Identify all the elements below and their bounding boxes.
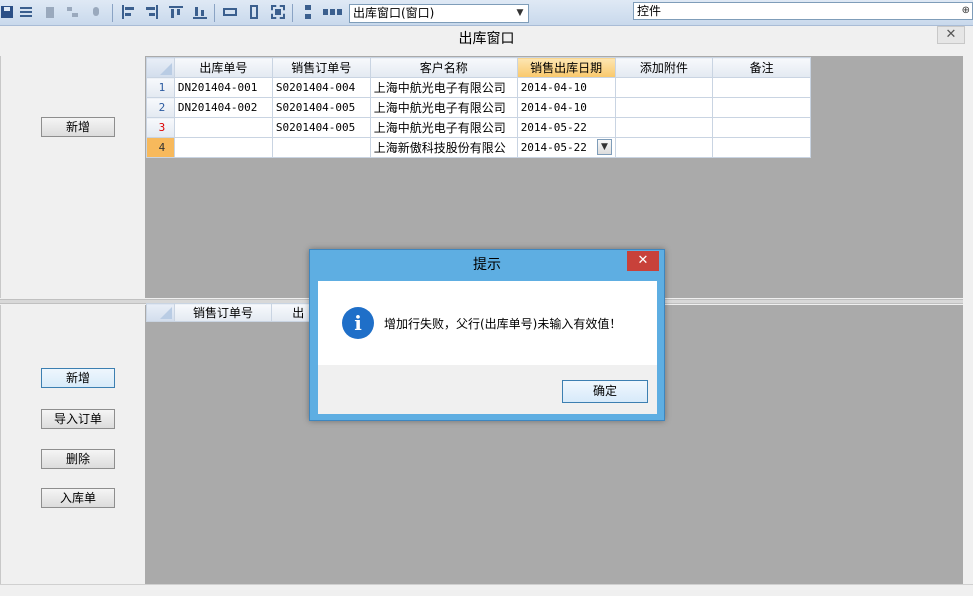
main-grid: 出库单号 销售订单号 客户名称 销售出库日期 添加附件 备注 1 DN20140… [146,57,811,158]
grid-cell[interactable] [614,97,714,118]
info-icon: i [342,307,374,339]
control-panel-title: 控件 [637,4,662,18]
grid-cell[interactable] [712,117,811,138]
delete-button[interactable]: 删除 [41,449,115,469]
add-main-row-button[interactable]: 新增 [41,117,115,137]
grid-cell[interactable] [712,97,811,118]
right-edge [963,56,973,589]
window-select[interactable]: 出库窗口(窗口) ▼ [349,4,529,23]
grid-cell[interactable] [712,77,811,98]
import-order-button[interactable]: 导入订单 [41,409,115,429]
designer-toolbar: 出库窗口(窗口) ▼ 控件 ⊕ [0,0,973,26]
add-detail-button[interactable]: 新增 [41,368,115,388]
list-icon[interactable] [18,4,34,20]
col-header[interactable]: 备注 [712,57,811,78]
bottom-edge [0,584,973,596]
pin-icon[interactable]: ⊕ [962,3,970,19]
alert-dialog: 提示 ✕ i 增加行失败，父行(出库单号)未输入有效值！ 确定 [309,249,665,421]
grid-cell[interactable]: DN201404-001 [173,77,273,98]
grid-cell[interactable] [614,137,714,158]
main-grid-header: 出库单号 销售订单号 客户名称 销售出库日期 添加附件 备注 [146,57,811,78]
col-header[interactable]: 销售订单号 [271,57,371,78]
table-row[interactable]: 2 DN201404-002 S0201404-005 上海中航光电子有限公司 … [146,97,811,118]
grid-cell[interactable]: 上海中航光电子有限公司 [369,117,518,138]
align-left-icon[interactable] [120,4,136,20]
horizontal-space-icon[interactable] [322,4,342,20]
row-number[interactable]: 1 [146,77,175,98]
stock-in-button[interactable]: 入库单 [41,488,115,508]
window-close-button[interactable]: ✕ [937,26,965,44]
row-number[interactable]: 3 [146,117,175,138]
grid-cell[interactable]: 2014-04-10 [516,97,616,118]
toolbar-separator [112,4,113,22]
vertical-space-icon[interactable] [300,4,316,20]
col-header[interactable]: 销售订单号 [173,303,273,322]
align-top-icon[interactable] [168,4,184,20]
dialog-footer: 确定 [318,365,657,414]
top-left-panel: 新增 [0,56,145,298]
grid-cell[interactable] [614,117,714,138]
toolbar-separator [292,4,293,22]
dialog-close-button[interactable]: ✕ [627,251,659,271]
detail-grid: 销售订单号 出 [146,303,326,322]
grid-cell[interactable]: S0201404-004 [271,77,371,98]
grid-cell[interactable] [712,137,811,158]
grid-cell[interactable] [614,77,714,98]
grid-cell[interactable]: S0201404-005 [271,117,371,138]
help-icon[interactable] [88,4,104,20]
grid-cell[interactable] [173,137,273,158]
save-icon[interactable] [0,4,16,20]
same-size-icon[interactable] [270,4,286,20]
tree-icon[interactable] [64,4,80,20]
detail-grid-header: 销售订单号 出 [146,303,326,322]
col-header[interactable]: 添加附件 [614,57,714,78]
row-number[interactable]: 4 [146,137,175,158]
window-select-value: 出库窗口(窗口) [353,6,435,20]
same-width-icon[interactable] [222,4,238,20]
grid-cell[interactable]: 2014-04-10 [516,77,616,98]
grid-cell[interactable]: 上海中航光电子有限公司 [369,97,518,118]
grid-cell[interactable] [271,137,371,158]
dialog-message: 增加行失败，父行(出库单号)未输入有效值！ [384,317,622,331]
dialog-body: i 增加行失败，父行(出库单号)未输入有效值！ 确定 [318,281,657,414]
grid-cell[interactable] [173,117,273,138]
col-header[interactable]: 客户名称 [369,57,518,78]
delete-icon[interactable] [42,4,58,20]
grid-cell[interactable]: 上海中航光电子有限公司 [369,77,518,98]
col-header[interactable]: 出库单号 [173,57,273,78]
same-height-icon[interactable] [246,4,262,20]
table-row[interactable]: 3 S0201404-005 上海中航光电子有限公司 2014-05-22 [146,117,811,138]
bottom-left-panel: 新增 导入订单 删除 入库单 [0,305,145,589]
grid-cell[interactable]: DN201404-002 [173,97,273,118]
row-number[interactable]: 2 [146,97,175,118]
chevron-down-icon[interactable]: ▼ [513,6,527,21]
grid-corner[interactable] [146,57,175,78]
align-bottom-icon[interactable] [192,4,208,20]
table-row[interactable]: 4 上海新傲科技股份有限公 2014-05-22 [146,137,811,158]
grid-cell[interactable]: 2014-05-22 [516,117,616,138]
grid-cell[interactable]: S0201404-005 [271,97,371,118]
grid-cell[interactable]: 上海新傲科技股份有限公 [369,137,518,158]
align-right-icon[interactable] [144,4,160,20]
table-row[interactable]: 1 DN201404-001 S0201404-004 上海中航光电子有限公司 … [146,77,811,98]
toolbar-separator [214,4,215,22]
window-title: 出库窗口 [458,31,515,47]
dialog-title: 提示 [473,257,501,273]
ok-button[interactable]: 确定 [562,380,648,403]
date-dropdown-icon[interactable]: ▼ [597,139,612,155]
grid-corner[interactable] [146,303,175,322]
col-header[interactable]: 销售出库日期 [516,57,616,78]
control-panel-header: 控件 ⊕ [633,2,973,20]
